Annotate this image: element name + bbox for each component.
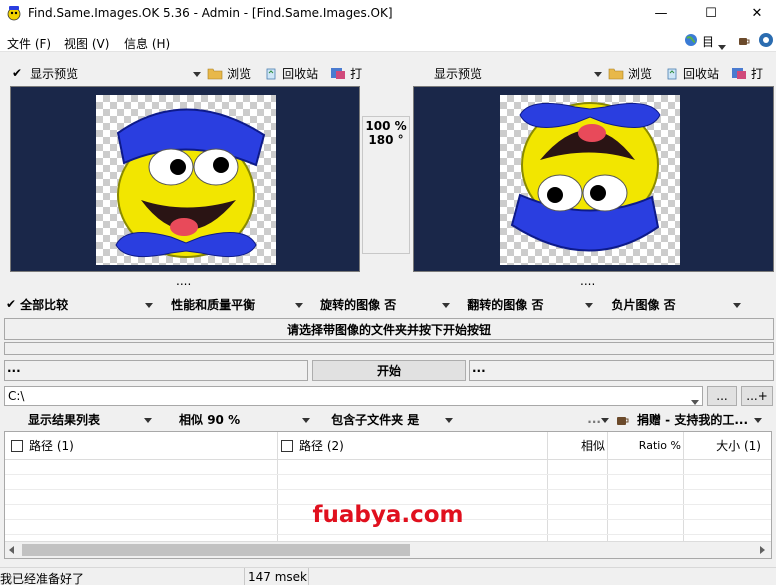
rotated-dropdown-icon[interactable] bbox=[442, 297, 451, 311]
result-list-option[interactable]: 显示结果列表 bbox=[28, 411, 100, 428]
path-add-button[interactable]: ...+ bbox=[741, 386, 773, 406]
smiley-image bbox=[115, 108, 266, 258]
smiley-image-rotated bbox=[510, 102, 661, 252]
coffee-icon bbox=[616, 417, 629, 425]
menu-file[interactable]: 文件 (F) bbox=[7, 35, 51, 52]
select-all-checkbox-1[interactable] bbox=[11, 439, 23, 452]
balance-option[interactable]: 性能和质量平衡 bbox=[171, 296, 255, 313]
right-status-field: ... bbox=[469, 360, 774, 381]
more-options[interactable]: ... bbox=[587, 412, 601, 426]
column-header-ratio[interactable]: Ratio % bbox=[609, 432, 681, 459]
app-icon bbox=[7, 6, 21, 21]
compare-percent: 100 % bbox=[365, 119, 407, 133]
path-dropdown-icon[interactable] bbox=[691, 394, 699, 408]
left-image-preview[interactable] bbox=[10, 86, 360, 272]
left-preview-toolbar: ✔ 显示预览 浏览 回收站 打 bbox=[12, 63, 364, 83]
right-browse-button[interactable]: 浏览 bbox=[628, 65, 652, 82]
path-browse-button[interactable]: ... bbox=[707, 386, 737, 406]
status-time: 147 msek bbox=[248, 570, 307, 584]
open-image-icon bbox=[732, 68, 747, 79]
column-header-path2-label: 路径 (2) bbox=[299, 439, 344, 453]
watermark-text: fuabya.com bbox=[312, 502, 464, 528]
flipped-dropdown-icon[interactable] bbox=[585, 297, 594, 311]
open-image-icon bbox=[331, 68, 346, 79]
compare-info-panel: 100 % 180 ° bbox=[362, 116, 410, 254]
right-image-preview[interactable] bbox=[413, 86, 774, 272]
close-button[interactable]: ✕ bbox=[734, 0, 776, 27]
globe-icon[interactable] bbox=[684, 33, 698, 47]
options-row: ✔ 全部比较 性能和质量平衡 旋转的图像 否 翻转的图像 否 负片图像 否 bbox=[6, 294, 774, 314]
result-list-dropdown-icon[interactable] bbox=[144, 412, 153, 426]
results-table[interactable]: 路径 (1) 路径 (2) 相似 Ratio % 大小 (1) fuabya.c… bbox=[4, 431, 772, 559]
right-preview-dropdown-icon[interactable] bbox=[594, 66, 603, 80]
donate-link[interactable]: 捐赠 - 支持我的工... bbox=[637, 411, 748, 428]
scrollbar-thumb[interactable] bbox=[22, 544, 410, 556]
title-bar: Find.Same.Images.OK 5.36 - Admin - [Find… bbox=[0, 0, 776, 27]
start-button[interactable]: 开始 bbox=[312, 360, 466, 381]
flipped-option[interactable]: 翻转的图像 否 bbox=[467, 296, 543, 313]
right-preview-dots: .... bbox=[580, 274, 596, 288]
negative-dropdown-icon[interactable] bbox=[732, 297, 741, 311]
left-image-canvas bbox=[96, 95, 276, 265]
column-header-similar[interactable]: 相似 bbox=[549, 432, 605, 459]
minimize-button[interactable]: — bbox=[638, 0, 684, 27]
left-status-field: ... bbox=[4, 360, 308, 381]
left-preview-toggle[interactable]: 显示预览 bbox=[30, 65, 78, 82]
left-open-button[interactable]: 打 bbox=[350, 65, 362, 82]
status-bar: 我已经准备好了 147 msek bbox=[0, 567, 776, 585]
right-recycle-button[interactable]: 回收站 bbox=[683, 65, 719, 82]
path-combobox[interactable]: C:\ bbox=[4, 386, 703, 406]
negative-option[interactable]: 负片图像 否 bbox=[611, 296, 675, 313]
compare-all-option[interactable]: 全部比较 bbox=[20, 296, 68, 313]
similarity-dropdown-icon[interactable] bbox=[302, 412, 311, 426]
language-dropdown-icon[interactable] bbox=[718, 39, 726, 53]
right-image-canvas bbox=[500, 95, 680, 265]
subfolders-dropdown-icon[interactable] bbox=[445, 412, 454, 426]
menu-view[interactable]: 视图 (V) bbox=[64, 35, 109, 52]
balance-dropdown-icon[interactable] bbox=[295, 297, 304, 311]
progress-bar bbox=[4, 342, 774, 355]
right-open-button[interactable]: 打 bbox=[751, 65, 763, 82]
status-message: 我已经准备好了 bbox=[0, 572, 85, 585]
maximize-button[interactable]: ☐ bbox=[688, 0, 734, 27]
column-header-size[interactable]: 大小 (1) bbox=[685, 432, 761, 459]
coffee-icon[interactable] bbox=[737, 33, 751, 47]
more-dropdown-icon[interactable] bbox=[600, 412, 609, 426]
subfolders-option[interactable]: 包含子文件夹 是 bbox=[331, 411, 419, 428]
right-preview-toolbar: 显示预览 浏览 回收站 打 bbox=[414, 63, 774, 83]
left-browse-button[interactable]: 浏览 bbox=[227, 65, 251, 82]
result-options-row: 显示结果列表 相似 90 % 包含子文件夹 是 ... 捐赠 - 支持我的工..… bbox=[4, 409, 774, 429]
recycle-bin-icon bbox=[266, 68, 276, 80]
scroll-right-icon[interactable] bbox=[760, 546, 765, 554]
window-title: Find.Same.Images.OK 5.36 - Admin - [Find… bbox=[28, 6, 393, 20]
rotated-option[interactable]: 旋转的图像 否 bbox=[320, 296, 396, 313]
prompt-message: 请选择带图像的文件夹并按下开始按钮 bbox=[4, 318, 774, 340]
recycle-bin-icon bbox=[667, 68, 677, 80]
settings-icon[interactable] bbox=[758, 32, 774, 48]
donate-dropdown-icon[interactable] bbox=[754, 412, 762, 426]
column-header-path1-label: 路径 (1) bbox=[29, 439, 74, 453]
left-recycle-button[interactable]: 回收站 bbox=[282, 65, 318, 82]
language-label[interactable]: 目 bbox=[702, 33, 714, 50]
scroll-left-icon[interactable] bbox=[9, 546, 14, 554]
column-header-path2[interactable]: 路径 (2) bbox=[281, 432, 549, 459]
select-all-checkbox-2[interactable] bbox=[281, 439, 293, 452]
horizontal-scrollbar[interactable] bbox=[5, 541, 771, 558]
left-preview-dropdown-icon[interactable] bbox=[193, 66, 202, 80]
column-header-path1[interactable]: 路径 (1) bbox=[11, 432, 277, 459]
compare-angle: 180 ° bbox=[368, 133, 404, 147]
left-preview-dots: .... bbox=[176, 274, 192, 288]
compare-all-dropdown-icon[interactable] bbox=[145, 297, 154, 311]
check-icon: ✔ bbox=[6, 297, 17, 311]
folder-icon bbox=[608, 68, 624, 80]
check-icon: ✔ bbox=[12, 66, 23, 80]
right-preview-toggle[interactable]: 显示预览 bbox=[434, 65, 482, 82]
menu-info[interactable]: 信息 (H) bbox=[124, 35, 170, 52]
menu-bar: 文件 (F) 视图 (V) 信息 (H) 目 bbox=[0, 27, 776, 52]
path-input[interactable]: C:\ bbox=[8, 389, 24, 403]
folder-icon bbox=[207, 68, 223, 80]
similarity-option[interactable]: 相似 90 % bbox=[179, 411, 240, 428]
